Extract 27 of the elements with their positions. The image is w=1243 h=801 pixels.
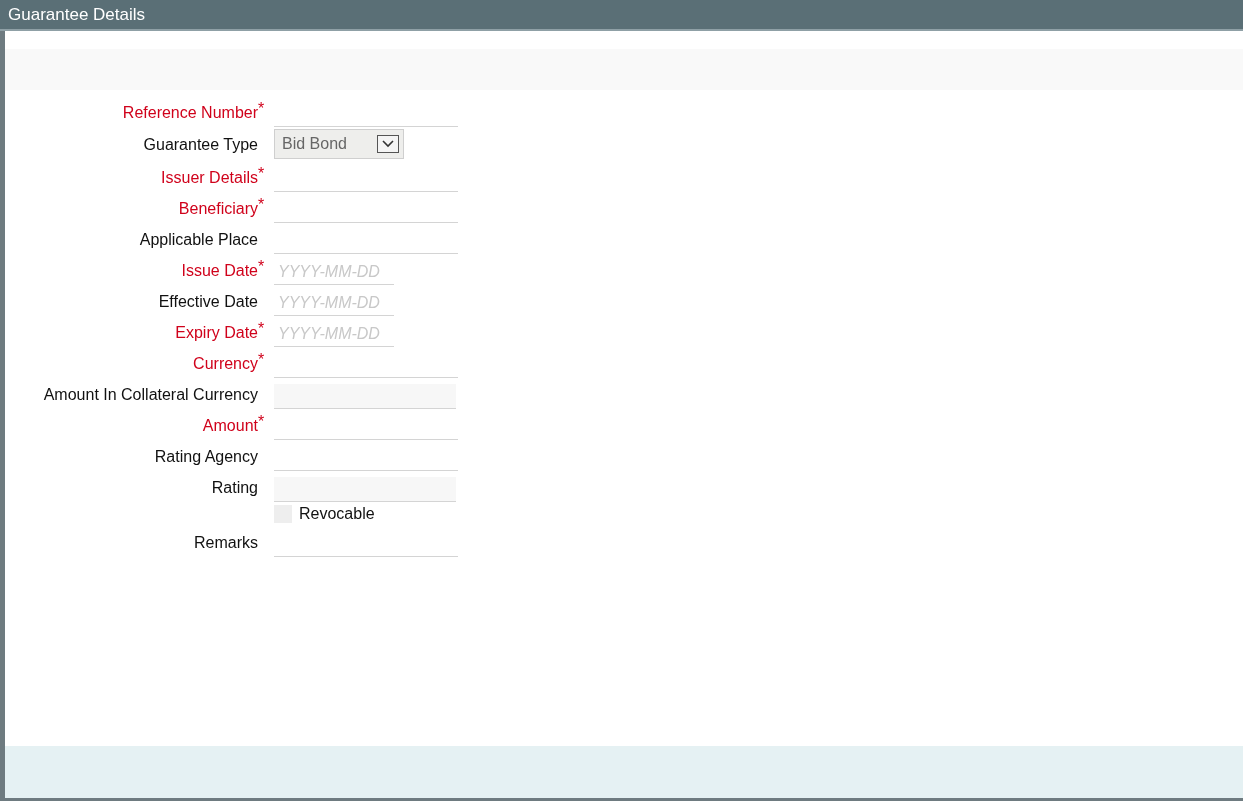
field-label: Effective Date <box>157 291 258 311</box>
caret-icon <box>377 135 399 153</box>
field-label: Reference Number <box>121 103 258 122</box>
field-label: Amount In Collateral Currency <box>42 384 258 404</box>
required-marker: * <box>258 164 266 182</box>
window-title: Guarantee Details <box>0 0 1243 31</box>
field-label: Currency <box>192 354 258 373</box>
field-label: Amount <box>201 416 258 435</box>
field-label: Rating <box>210 477 258 497</box>
field-label: Expiry Date <box>174 322 258 342</box>
guarantee-type-dropdown[interactable]: Bid Bond <box>274 129 404 159</box>
required-marker: * <box>258 195 266 213</box>
field-label: Beneficiary <box>177 199 258 218</box>
required-marker: * <box>258 99 266 117</box>
required-marker: * <box>258 257 266 276</box>
field-label: Remarks <box>193 532 258 552</box>
field-label: Issue Date <box>180 260 258 280</box>
readonly-field[interactable] <box>274 384 456 409</box>
required-marker: * <box>258 412 266 430</box>
required-marker: * <box>258 319 266 338</box>
required-marker: * <box>258 350 266 368</box>
field-label: Rating Agency <box>153 446 258 466</box>
readonly-field[interactable] <box>274 477 456 502</box>
checkbox-label: Revocable <box>299 505 375 523</box>
field-label: Applicable Place <box>138 229 258 249</box>
field-label: Guarantee Type <box>142 135 258 154</box>
field-label: Issuer Details <box>160 168 258 187</box>
